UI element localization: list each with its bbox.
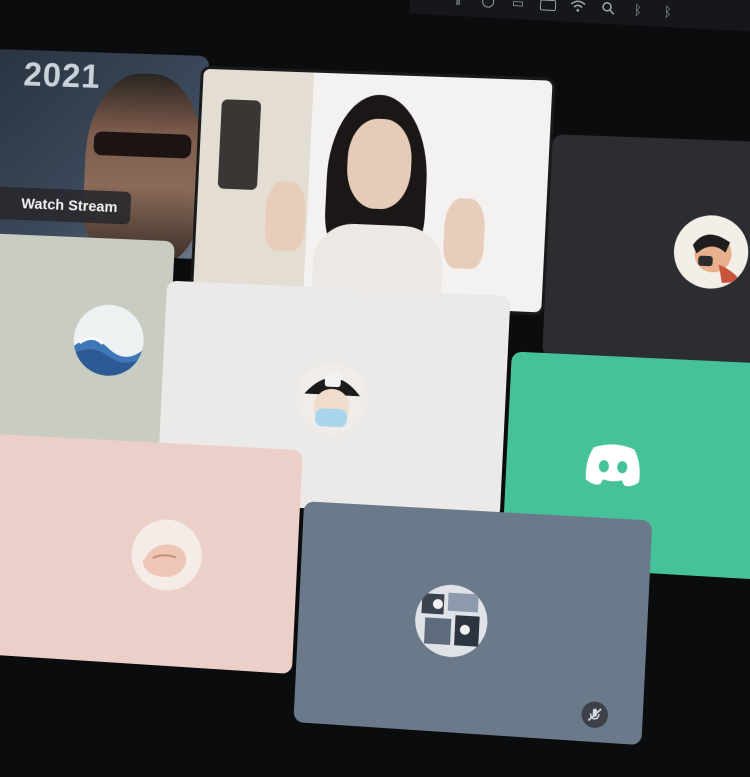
stream-preview-glasses xyxy=(93,131,192,159)
stream-tile[interactable]: 2021 Watch Stream xyxy=(0,48,210,260)
video-call-grid: 2021 Watch Stream xyxy=(0,0,750,775)
participant-tile-pink[interactable] xyxy=(0,432,303,675)
hand-avatar-icon xyxy=(129,516,204,593)
webcam-peace-sign-right xyxy=(442,197,487,270)
webcam-peace-sign-left xyxy=(263,180,307,252)
stream-preview-image xyxy=(80,71,207,260)
muted-mic-icon[interactable] xyxy=(580,700,609,729)
cartoon-avatar-icon xyxy=(672,213,750,291)
participant-tile-slate[interactable] xyxy=(293,501,653,746)
participant-tile-dark[interactable] xyxy=(542,134,750,368)
webcam-background-object xyxy=(217,99,262,191)
stream-year-text: 2021 xyxy=(22,55,102,96)
wave-avatar-icon xyxy=(72,302,146,377)
masked-cap-avatar-icon xyxy=(294,361,370,437)
discord-logo-icon xyxy=(582,439,646,489)
collage-avatar-icon xyxy=(413,582,490,660)
watch-stream-button[interactable]: Watch Stream xyxy=(0,185,132,225)
webcam-video-tile[interactable] xyxy=(189,65,556,316)
participant-tile-sage[interactable] xyxy=(0,232,175,444)
